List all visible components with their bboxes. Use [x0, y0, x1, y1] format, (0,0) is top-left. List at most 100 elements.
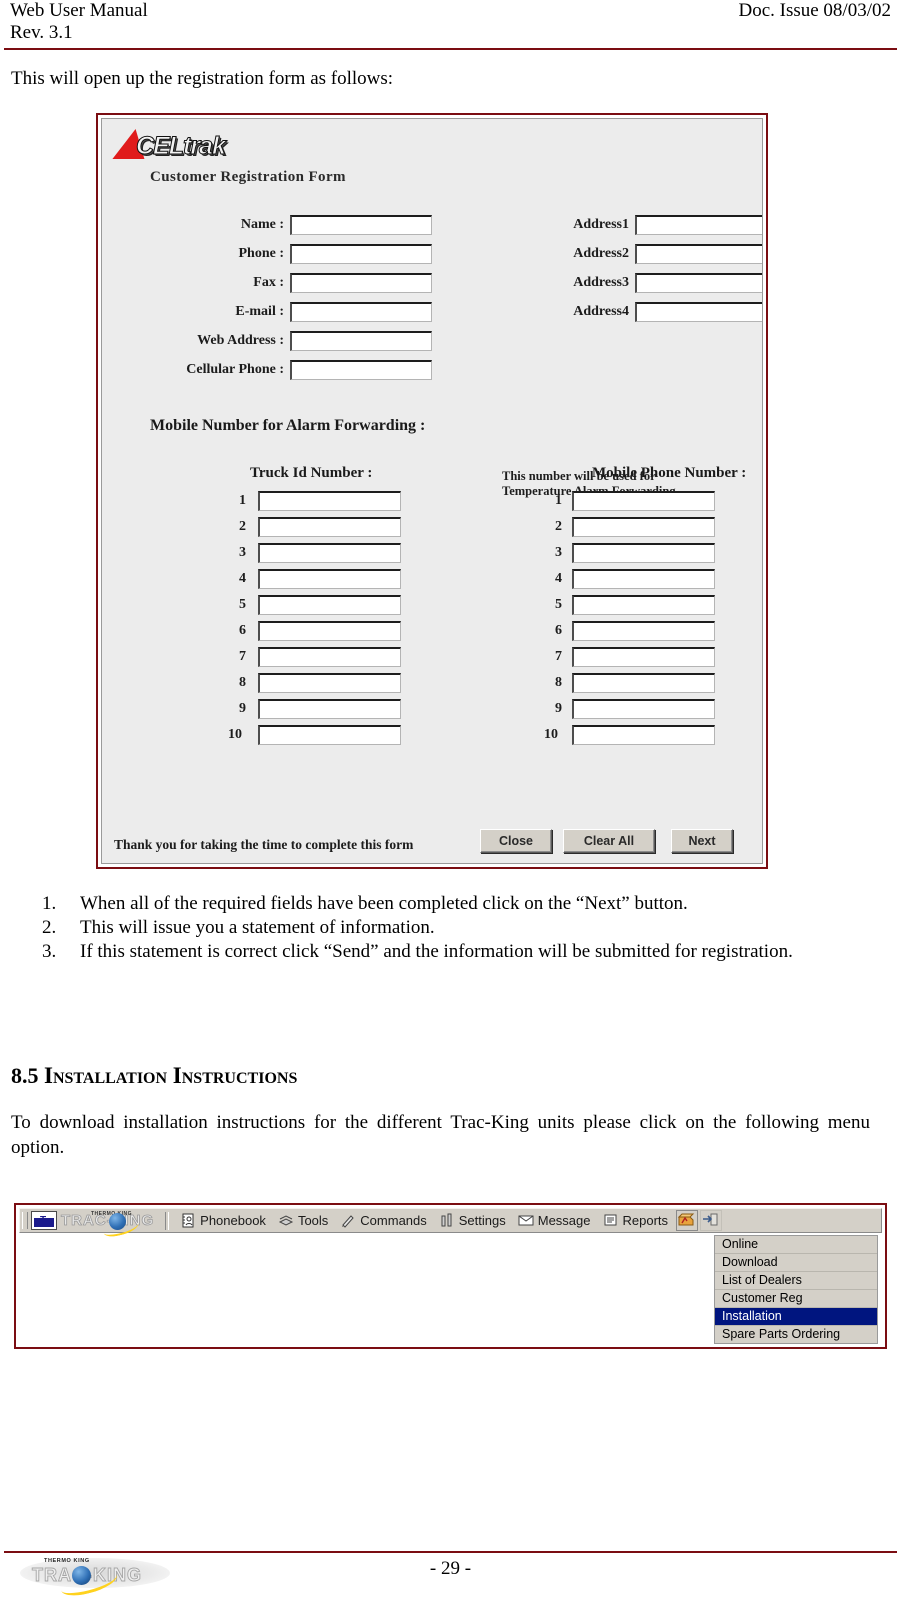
thermo-king-badge-icon — [31, 1211, 57, 1230]
input-truck-id-4[interactable] — [258, 569, 401, 589]
toolbar-separator — [165, 1211, 170, 1230]
field-label-email: E-mail : — [235, 304, 284, 319]
list-item: 1. When all of the required fields have … — [42, 892, 870, 916]
input-truck-id-5[interactable] — [258, 595, 401, 615]
input-truck-id-8[interactable] — [258, 673, 401, 693]
input-truck-id-9[interactable] — [258, 699, 401, 719]
next-button[interactable]: Next — [671, 829, 733, 853]
mobile-row-number-7: 7 — [555, 649, 562, 664]
help-icon[interactable] — [676, 1210, 699, 1231]
menu-item-message[interactable]: Message — [512, 1210, 597, 1231]
dropdown-item-customer-reg[interactable]: Customer Reg — [715, 1290, 877, 1308]
mobile-row-number-2: 2 — [555, 519, 562, 534]
input-truck-id-1[interactable] — [258, 491, 401, 511]
truck-row-number-3: 3 — [239, 545, 246, 560]
mobile-row-number-6: 6 — [555, 623, 562, 638]
field-label-fax: Fax : — [253, 275, 284, 290]
dropdown-item-list-of-dealers[interactable]: List of Dealers — [715, 1272, 877, 1290]
step-number-1: 1. — [42, 893, 57, 914]
input-mobile-phone-4[interactable] — [572, 569, 715, 589]
input-address3[interactable] — [635, 273, 762, 293]
menu-item-phonebook[interactable]: Phonebook — [174, 1210, 272, 1231]
truck-row-number-2: 2 — [239, 519, 246, 534]
field-label-name: Name : — [240, 217, 284, 232]
exit-icon[interactable] — [700, 1210, 723, 1231]
close-button[interactable]: Close — [480, 829, 552, 853]
input-fax[interactable] — [290, 273, 432, 293]
input-mobile-phone-2[interactable] — [572, 517, 715, 537]
truck-row-number-1: 1 — [239, 493, 246, 508]
input-mobile-phone-5[interactable] — [572, 595, 715, 615]
input-name[interactable] — [290, 215, 432, 235]
input-truck-id-7[interactable] — [258, 647, 401, 667]
mobile-row-number-8: 8 — [555, 675, 562, 690]
mobile-row-number-1: 1 — [555, 493, 562, 508]
truck-row-number-5: 5 — [239, 597, 246, 612]
trac-king-logo: TRAC-KING THERMO KING — [31, 1210, 160, 1239]
header-divider — [4, 48, 897, 50]
menu-label-commands: Commands — [360, 1213, 427, 1228]
mobile-number-heading: Mobile Number for Alarm Forwarding : — [150, 417, 426, 434]
toolbar-grip[interactable] — [22, 1212, 28, 1229]
input-web-address[interactable] — [290, 331, 432, 351]
page-title: Installation Instructions — [44, 1063, 298, 1088]
dropdown-item-spare-parts-ordering[interactable]: Spare Parts Ordering — [715, 1326, 877, 1343]
dropdown-item-online[interactable]: Online — [715, 1236, 877, 1254]
input-truck-id-6[interactable] — [258, 621, 401, 641]
step-text-2: This will issue you a statement of infor… — [80, 917, 435, 938]
input-address4[interactable] — [635, 302, 762, 322]
input-mobile-phone-8[interactable] — [572, 673, 715, 693]
menu-label-message: Message — [537, 1213, 591, 1228]
input-truck-id-10[interactable] — [258, 725, 401, 745]
menu-label-reports: Reports — [622, 1213, 669, 1228]
mobile-row-number-10: 10 — [544, 727, 558, 742]
truck-row-number-4: 4 — [239, 571, 246, 586]
section-heading: 8.5 Installation Instructions — [11, 1063, 297, 1089]
main-toolbar: TRAC-KING THERMO KING Phonebook Tools — [19, 1208, 882, 1239]
thank-you-text: Thank you for taking the time to complet… — [114, 837, 414, 852]
input-mobile-phone-7[interactable] — [572, 647, 715, 667]
input-mobile-phone-10[interactable] — [572, 725, 715, 745]
input-mobile-phone-6[interactable] — [572, 621, 715, 641]
registration-form-screenshot: CELtrak Customer Registration Form Name … — [96, 113, 768, 869]
field-label-address1: Address1 — [573, 217, 629, 232]
intro-paragraph: This will open up the registration form … — [11, 68, 394, 89]
list-item: 3. If this statement is correct click “S… — [42, 940, 870, 964]
clear-all-button[interactable]: Clear All — [563, 829, 655, 853]
celtrak-logo: CELtrak — [112, 127, 284, 163]
input-address1[interactable] — [635, 215, 762, 235]
header-doc-issue: Doc. Issue 08/03/02 — [738, 0, 891, 21]
menu-item-tools[interactable]: Tools — [272, 1210, 334, 1231]
input-email[interactable] — [290, 302, 432, 322]
section-paragraph: To download installation instructions fo… — [11, 1112, 870, 1158]
phonebook-icon — [180, 1213, 196, 1228]
truck-id-column-heading: Truck Id Number : — [250, 465, 373, 481]
installation-dropdown-menu: Online Download List of Dealers Customer… — [714, 1235, 878, 1344]
menu-label-phonebook: Phonebook — [200, 1213, 266, 1228]
input-phone[interactable] — [290, 244, 432, 264]
truck-row-number-8: 8 — [239, 675, 246, 690]
reports-icon — [603, 1213, 619, 1228]
trac-king-wordmark: TRAC-KING THERMO KING — [61, 1211, 154, 1239]
menu-label-settings: Settings — [458, 1213, 506, 1228]
input-truck-id-2[interactable] — [258, 517, 401, 537]
commands-icon — [340, 1213, 356, 1228]
input-mobile-phone-1[interactable] — [572, 491, 715, 511]
menu-item-commands[interactable]: Commands — [334, 1210, 432, 1231]
field-label-address4: Address4 — [573, 304, 629, 319]
dropdown-item-download[interactable]: Download — [715, 1254, 877, 1272]
input-mobile-phone-9[interactable] — [572, 699, 715, 719]
mobile-phone-column-heading: Mobile Phone Number : — [592, 465, 747, 481]
menu-item-settings[interactable]: Settings — [433, 1210, 512, 1231]
input-address2[interactable] — [635, 244, 762, 264]
input-mobile-phone-3[interactable] — [572, 543, 715, 563]
menu-item-reports[interactable]: Reports — [597, 1210, 675, 1231]
dropdown-item-installation[interactable]: Installation — [715, 1308, 877, 1326]
menu-screenshot: TRAC-KING THERMO KING Phonebook Tools — [14, 1203, 887, 1349]
input-cellular-phone[interactable] — [290, 360, 432, 380]
form-title: Customer Registration Form — [150, 169, 346, 185]
field-label-address3: Address3 — [573, 275, 629, 290]
menu-label-tools: Tools — [297, 1213, 329, 1228]
mobile-row-number-4: 4 — [555, 571, 562, 586]
input-truck-id-3[interactable] — [258, 543, 401, 563]
